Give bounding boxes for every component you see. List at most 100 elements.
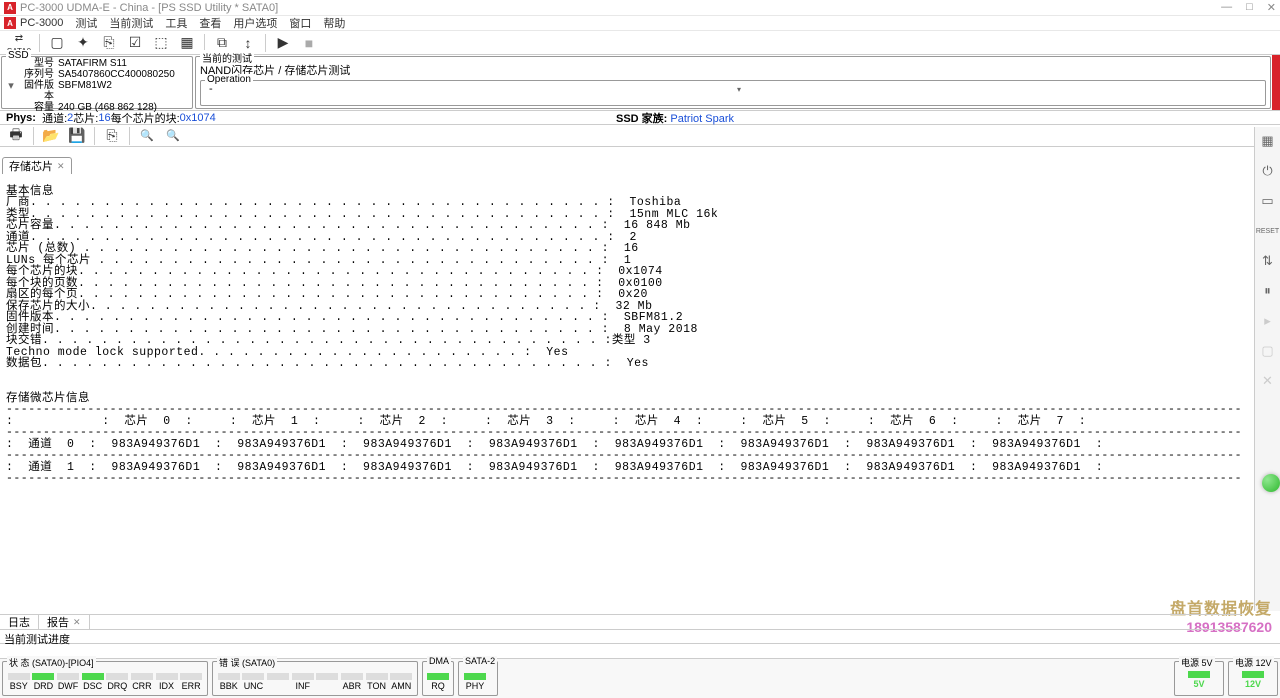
chip-count: 16 (98, 112, 110, 124)
right-sidebar: ▦ ⏻ ▭ RESET ⇅ ⏸ ▸ ▢ ✕ (1254, 127, 1280, 611)
tool-1[interactable]: ▢ (45, 33, 69, 53)
led-err: ERR (179, 673, 203, 691)
side-btn-3[interactable]: ▭ (1258, 191, 1278, 211)
menu-options[interactable]: 用户选项 (233, 15, 277, 31)
ssd-capacity: 240 GB (468 862 128) (58, 102, 157, 113)
operation-dropdown[interactable]: - ▾ (205, 83, 1261, 95)
led-drd: DRD (32, 673, 56, 691)
led-ton: TON (365, 673, 389, 691)
menu-tools[interactable]: 工具 (165, 15, 187, 31)
led- (316, 673, 340, 691)
side-btn-5[interactable]: ⇅ (1258, 251, 1278, 271)
green-orb-icon (1262, 474, 1280, 492)
menu-view[interactable]: 查看 (199, 15, 221, 31)
separator (39, 34, 40, 52)
side-btn-8[interactable]: ▢ (1258, 341, 1278, 361)
log-content: 基本信息 厂商. . . . . . . . . . . . . . . . .… (0, 172, 1242, 498)
minimize-button[interactable]: — (1221, 1, 1232, 14)
ssd-serial: SA5407860CC400080250 (58, 69, 175, 80)
separator (129, 127, 130, 145)
menu-window[interactable]: 窗口 (289, 15, 311, 31)
side-btn-pause[interactable]: ⏸ (1258, 281, 1278, 301)
led-idx: IDX (155, 673, 179, 691)
find-button[interactable]: 🔍 (135, 126, 159, 146)
ssd-legend: SSD (6, 50, 31, 61)
progress-label: 当前测试进度 (0, 630, 1280, 644)
led-amn: AMN (389, 673, 413, 691)
tool-3[interactable]: ⎘ (97, 33, 121, 53)
bottom-tabs: 日志 报告✕ (0, 614, 1242, 630)
log-area: 基本信息 厂商. . . . . . . . . . . . . . . . .… (0, 172, 1242, 612)
tab-close-icon[interactable]: ✕ (73, 617, 81, 628)
led-bsy: BSY (7, 673, 31, 691)
power-5v-group: 电源 5V 5V (1174, 661, 1224, 696)
statusbar: 状 态 (SATA0)-[PIO4] BSYDRDDWFDSCDRQCRRIDX… (0, 658, 1280, 698)
app-icon: A (4, 2, 16, 14)
chevron-down-icon: ▾ (737, 85, 741, 94)
led-inf: INF (291, 673, 315, 691)
chip-tab[interactable]: 存储芯片 ✕ (2, 157, 72, 174)
close-button[interactable]: ✕ (1267, 1, 1276, 14)
ssd-firmware: SBFM81W2 (58, 80, 112, 102)
open-button[interactable]: 📂 (39, 126, 63, 146)
menu-test[interactable]: 测试 (75, 15, 97, 31)
ssd-family-link[interactable]: Patriot Spark (670, 113, 734, 125)
side-btn-1[interactable]: ▦ (1258, 131, 1278, 151)
separator (265, 34, 266, 52)
separator (204, 34, 205, 52)
power-12v-group: 电源 12V 12V (1228, 661, 1278, 696)
tab-close-icon[interactable]: ✕ (57, 161, 65, 172)
phys-status-line: Phys: 通道: 2 芯片: 16 每个芯片的块: 0x1074 SSD 家族… (0, 111, 1280, 125)
error-group: 错 误 (SATA0) BBKUNCINFABRTONAMN (212, 661, 418, 696)
stop-button[interactable]: ■ (297, 33, 321, 53)
ssd-dropdown-caret[interactable]: ▾ (6, 79, 16, 92)
main-toolbar: ⇄SATA0 ▢ ✦ ⎘ ☑ ⬚ ▦ ⧉ ↕ ▶ ■ (0, 31, 1280, 55)
led- (266, 673, 290, 691)
copy-button[interactable]: ⎘ (100, 126, 124, 146)
red-indicator (1272, 55, 1280, 110)
print-button[interactable]: 🖶 (4, 126, 28, 146)
menu-current-test[interactable]: 当前测试 (109, 15, 153, 31)
led-dsc: DSC (81, 673, 105, 691)
phys-label: Phys: (6, 112, 36, 124)
secondary-toolbar: 🖶 📂 💾 ⎘ 🔍 🔍 (0, 125, 1280, 147)
led-phy: PHY (463, 673, 487, 691)
led-dwf: DWF (56, 673, 80, 691)
titlebar: A PC-3000 UDMA-E - China - [PS SSD Utili… (0, 0, 1280, 16)
sata2-group: SATA-2 PHY (458, 661, 498, 696)
report-tab[interactable]: 报告✕ (39, 615, 90, 629)
play-button[interactable]: ▶ (271, 33, 295, 53)
app-icon-small: A (4, 17, 16, 29)
side-btn-7[interactable]: ▸ (1258, 311, 1278, 331)
side-btn-9[interactable]: ✕ (1258, 371, 1278, 391)
blocks-per-chip: 0x1074 (180, 112, 216, 124)
test-legend: 当前的测试 (200, 50, 254, 65)
led-rq: RQ (427, 673, 449, 691)
side-btn-reset[interactable]: RESET (1258, 221, 1278, 241)
menubar: A PC-3000 测试 当前测试 工具 查看 用户选项 窗口 帮助 (0, 16, 1280, 31)
test-path: NAND闪存芯片 / 存储芯片测试 (200, 62, 1266, 78)
led-crr: CRR (130, 673, 154, 691)
tool-6[interactable]: ▦ (175, 33, 199, 53)
menu-app[interactable]: PC-3000 (20, 17, 63, 29)
led-drq: DRQ (106, 673, 130, 691)
maximize-button[interactable]: □ (1246, 1, 1253, 14)
separator (33, 127, 34, 145)
op-legend: Operation (205, 74, 253, 85)
save-button[interactable]: 💾 (65, 126, 89, 146)
state-group: 状 态 (SATA0)-[PIO4] BSYDRDDWFDSCDRQCRRIDX… (2, 661, 208, 696)
tool-4[interactable]: ☑ (123, 33, 147, 53)
tool-2[interactable]: ✦ (71, 33, 95, 53)
led-bbk: BBK (217, 673, 241, 691)
current-test-panel: 当前的测试 NAND闪存芯片 / 存储芯片测试 Operation - ▾ (195, 56, 1271, 109)
window-title: PC-3000 UDMA-E - China - [PS SSD Utility… (20, 2, 278, 14)
ssd-model: SATAFIRM S11 (58, 58, 127, 69)
find-next-button[interactable]: 🔍 (161, 126, 185, 146)
info-row: SSD ▾ 型号SATAFIRM S11 序列号SA5407860CC40008… (0, 55, 1280, 111)
side-btn-power[interactable]: ⏻ (1258, 161, 1278, 181)
menu-help[interactable]: 帮助 (323, 15, 345, 31)
log-tab[interactable]: 日志 (0, 615, 39, 629)
led-unc: UNC (242, 673, 266, 691)
ssd-info-panel: SSD ▾ 型号SATAFIRM S11 序列号SA5407860CC40008… (1, 56, 193, 109)
tool-5[interactable]: ⬚ (149, 33, 173, 53)
